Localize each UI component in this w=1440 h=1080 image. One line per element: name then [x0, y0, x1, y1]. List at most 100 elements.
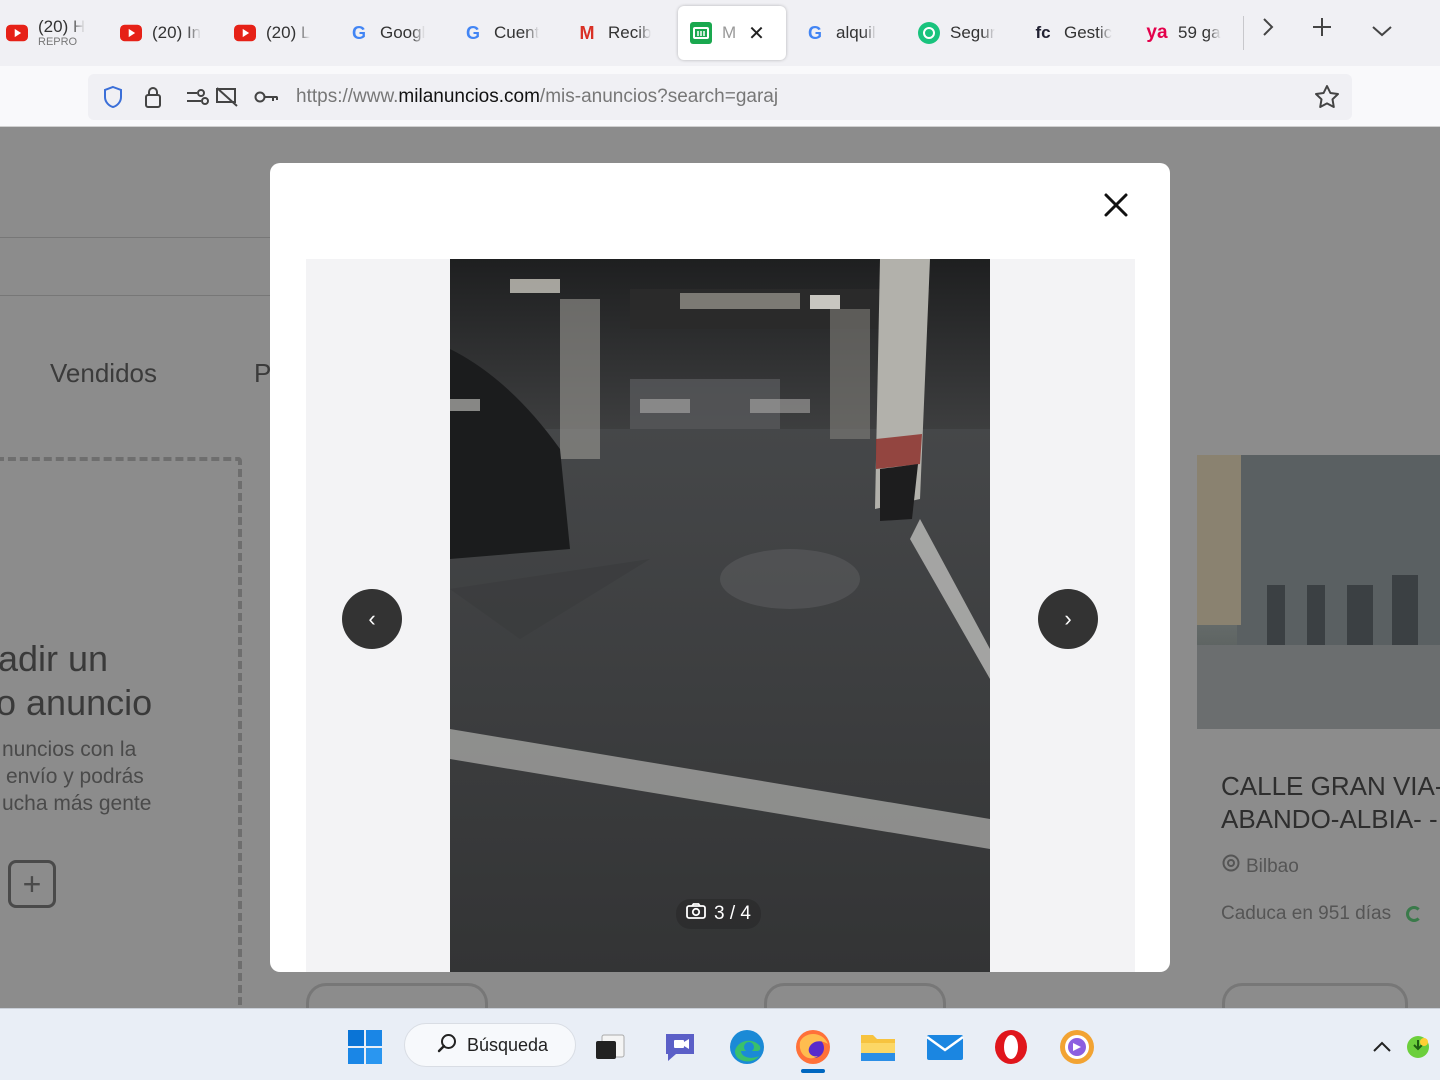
- listing-title-line-1: CALLE GRAN VIA-: [1221, 771, 1440, 801]
- tab-label: alquil: [836, 23, 876, 42]
- google-icon: G: [351, 22, 366, 43]
- listing-location-text: Bilbao: [1246, 856, 1299, 878]
- taskbar-search-label: Búsqueda: [467, 1034, 549, 1055]
- close-tab-icon[interactable]: ✕: [748, 21, 765, 46]
- yaencontre-icon: ya: [1146, 22, 1168, 43]
- youtube-icon: [234, 22, 256, 44]
- tab-label: Gestic: [1064, 23, 1113, 42]
- tab-label: M: [722, 23, 737, 42]
- fc-icon: fc: [1035, 23, 1051, 42]
- photo-counter-text: 3 / 4: [714, 903, 751, 924]
- url-text[interactable]: https://www.milanuncios.com/mis-anuncios…: [296, 86, 778, 108]
- taskbar-search[interactable]: Búsqueda: [404, 1023, 576, 1067]
- listing-title[interactable]: CALLE GRAN VIA- ABANDO-ALBIA- -: [1221, 770, 1440, 836]
- card-button[interactable]: [306, 983, 488, 1008]
- lock-icon[interactable]: [140, 84, 166, 110]
- tab-label: Recib: [608, 23, 652, 42]
- url-prefix: https://www.: [296, 86, 399, 107]
- blocked-screen-icon[interactable]: [214, 84, 240, 110]
- chevron-up-icon[interactable]: [1362, 1027, 1402, 1067]
- camera-icon: [686, 903, 706, 925]
- add-ad-plus-icon[interactable]: +: [8, 860, 56, 908]
- tab-partial[interactable]: P: [254, 358, 271, 389]
- youtube-icon: [120, 22, 142, 44]
- tab-sublabel: REPRO: [38, 36, 78, 48]
- browser-tab-strip: (20) H REPRO (20) In (20) L G Googl G Cu…: [0, 0, 1440, 66]
- firefox-icon[interactable]: [793, 1027, 833, 1067]
- tab-label: (20) H: [38, 18, 86, 36]
- gallery-photo: 3 / 4: [450, 259, 990, 972]
- tab-label: (20) In: [152, 23, 202, 42]
- close-modal-icon[interactable]: [1096, 183, 1136, 227]
- tab-sold[interactable]: Vendidos: [50, 358, 157, 389]
- google-icon: G: [465, 22, 480, 43]
- next-photo-button[interactable]: ›: [1038, 589, 1098, 649]
- divider: [0, 237, 270, 238]
- tab-label: Cuent: [494, 23, 540, 42]
- gallery-viewer: 3 / 4 ‹ ›: [306, 259, 1135, 972]
- new-tab-icon[interactable]: [1302, 14, 1342, 45]
- listing-title-line-2: ABANDO-ALBIA- -: [1221, 804, 1438, 834]
- youtube-icon: [6, 22, 28, 44]
- gmail-icon: M: [579, 22, 595, 43]
- previous-photo-button[interactable]: ‹: [342, 589, 402, 649]
- google-icon: G: [807, 22, 822, 43]
- browser-extension-icon[interactable]: [1057, 1027, 1097, 1067]
- key-icon[interactable]: [254, 84, 280, 110]
- listing-photo[interactable]: [1197, 455, 1440, 729]
- tab-milanuncios-active[interactable]: M ✕: [678, 6, 786, 60]
- photo-gallery-modal: 3 / 4 ‹ ›: [270, 163, 1170, 972]
- add-ad-box[interactable]: [0, 457, 242, 1008]
- tab-youtube-3[interactable]: (20) L: [228, 6, 328, 60]
- windows-start-icon[interactable]: [345, 1027, 385, 1067]
- garage-photo-image: [450, 259, 990, 972]
- divider: [0, 295, 270, 296]
- location-pin-icon: [1222, 854, 1240, 880]
- card-button[interactable]: [1222, 983, 1408, 1008]
- add-ad-desc-3: ucha más gente: [2, 792, 152, 815]
- add-ad-title-2: o anuncio: [0, 682, 153, 723]
- tab-google-1[interactable]: G Googl: [342, 6, 442, 60]
- scroll-tabs-right-icon[interactable]: [1248, 14, 1288, 45]
- tab-youtube-1[interactable]: (20) H REPRO: [0, 6, 100, 60]
- url-domain: milanuncios.com: [398, 86, 540, 107]
- listing-location: Bilbao: [1222, 854, 1299, 880]
- shield-icon[interactable]: [100, 84, 126, 110]
- tab-gestion[interactable]: fc Gestic: [1026, 6, 1126, 60]
- address-bar[interactable]: https://www.milanuncios.com/mis-anuncios…: [88, 74, 1352, 120]
- tab-label: 59 ga: [1178, 23, 1221, 42]
- chatgpt-icon: [918, 22, 940, 44]
- task-view-icon[interactable]: [590, 1027, 630, 1067]
- tab-youtube-2[interactable]: (20) In: [114, 6, 214, 60]
- permissions-icon[interactable]: [184, 84, 210, 110]
- tab-divider: [1243, 16, 1244, 50]
- tab-label: (20) L: [266, 23, 311, 42]
- opera-icon[interactable]: [991, 1027, 1031, 1067]
- tab-chatgpt[interactable]: Segur: [912, 6, 1012, 60]
- card-button[interactable]: [764, 983, 946, 1008]
- list-tabs-icon[interactable]: [1362, 14, 1402, 45]
- teams-chat-icon[interactable]: [660, 1027, 700, 1067]
- active-app-indicator: [801, 1069, 825, 1073]
- listing-expiry: Caduca en 951 días: [1221, 903, 1423, 925]
- edge-browser-icon[interactable]: [727, 1027, 767, 1067]
- windows-taskbar: Búsqueda: [0, 1008, 1440, 1080]
- chevron-right-icon: ›: [1064, 606, 1072, 631]
- mail-icon[interactable]: [925, 1027, 965, 1067]
- tab-gmail[interactable]: M Recib: [570, 6, 670, 60]
- file-explorer-icon[interactable]: [858, 1027, 898, 1067]
- url-path: /mis-anuncios?search=garaj: [539, 86, 779, 107]
- tab-yaencontre[interactable]: ya 59 ga: [1140, 6, 1240, 60]
- listing-expiry-text: Caduca en 951 días: [1221, 903, 1392, 924]
- tab-label: Segur: [950, 23, 996, 42]
- add-ad-desc-1: nuncios con la: [2, 738, 137, 761]
- tab-google-2[interactable]: G Cuent: [456, 6, 556, 60]
- renew-icon: [1406, 905, 1423, 922]
- search-icon: [437, 1033, 457, 1058]
- update-status-icon[interactable]: [1398, 1027, 1438, 1067]
- tab-google-3[interactable]: G alquil: [798, 6, 898, 60]
- milanuncios-icon: [690, 22, 712, 44]
- photo-counter: 3 / 4: [676, 899, 761, 929]
- bookmark-star-icon[interactable]: [1314, 84, 1340, 110]
- add-ad-title-1: adir un: [0, 638, 109, 679]
